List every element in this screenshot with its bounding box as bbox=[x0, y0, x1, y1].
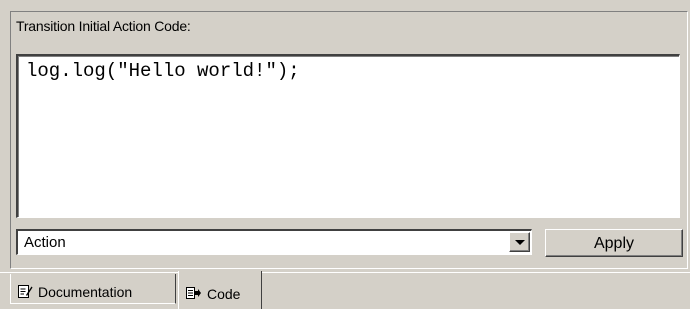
chevron-down-icon bbox=[515, 240, 525, 245]
dropdown-button[interactable] bbox=[509, 232, 530, 252]
code-icon bbox=[185, 285, 201, 301]
code-editor[interactable]: log.log("Hello world!"); bbox=[16, 54, 680, 218]
tab-documentation[interactable]: Documentation bbox=[10, 274, 176, 304]
code-text[interactable]: log.log("Hello world!"); bbox=[26, 60, 300, 82]
action-type-select[interactable]: Action bbox=[16, 229, 532, 255]
tab-documentation-label: Documentation bbox=[38, 284, 133, 300]
action-type-value: Action bbox=[24, 234, 66, 251]
tab-code[interactable]: Code bbox=[178, 271, 262, 309]
apply-button[interactable]: Apply bbox=[545, 229, 683, 257]
documentation-icon bbox=[17, 283, 33, 299]
tab-strip-divider bbox=[0, 272, 690, 273]
tab-code-label: Code bbox=[207, 286, 241, 302]
code-caption: Transition Initial Action Code: bbox=[16, 18, 191, 34]
